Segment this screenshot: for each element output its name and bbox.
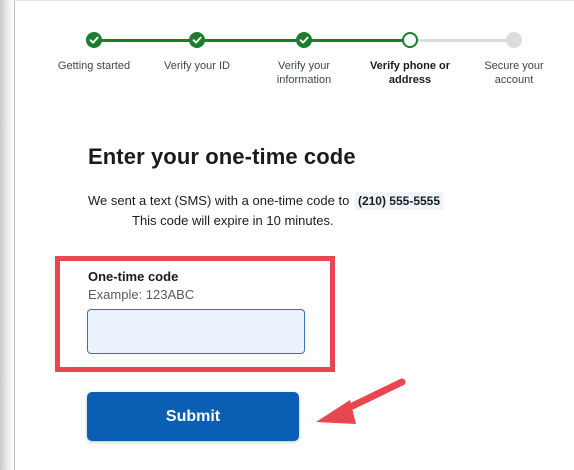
step-3-check-icon [296,32,312,48]
one-time-code-input[interactable] [87,309,305,354]
progress-track-4 [410,39,514,42]
submit-button[interactable]: Submit [87,392,299,441]
step-label-verify-id: Verify your ID [163,60,231,72]
step-2-check-icon [189,32,205,48]
progress-track-1 [94,39,196,42]
code-field-hint: Example: 123ABC [88,287,195,302]
progress-track-2 [196,39,304,42]
page-title: Enter your one-time code [88,144,356,169]
code-field-label: One-time code [88,269,179,284]
sms-sent-message: We sent a text (SMS) with a one-time cod… [88,192,444,210]
step-indicator: Getting started Verify your ID Verify yo… [0,0,574,100]
progress-track-3 [304,39,410,42]
step-label-secure-account: Secure your account [484,60,544,86]
step-1-check-icon [86,32,102,48]
step-label-verify-information: Verify your information [276,60,332,86]
code-expiry-message: This code will expire in 10 minutes. [132,213,334,228]
step-5-pending-icon [506,32,522,48]
phone-number: (210) 555-5555 [354,192,444,210]
step-label-verify-phone: Verify phone or address [369,60,451,86]
sms-sent-text: We sent a text (SMS) with a one-time cod… [88,193,350,208]
step-label-getting-started: Getting started [57,60,131,72]
annotation-arrow-icon [316,378,406,424]
step-4-current-icon [402,32,418,48]
